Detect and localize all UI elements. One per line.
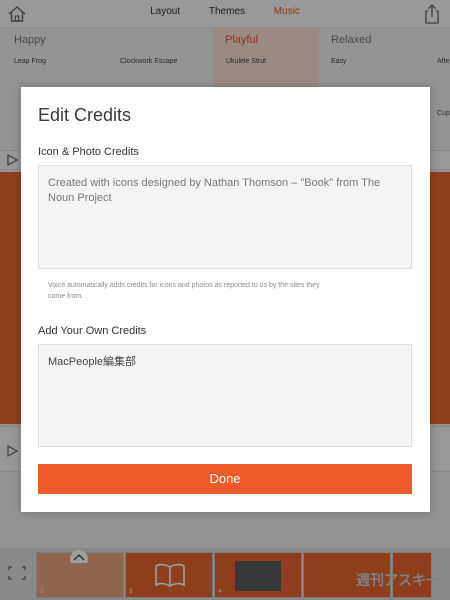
edit-credits-dialog: Edit Credits Icon & Photo Credits Create… (21, 87, 430, 512)
dialog-title: Edit Credits (38, 105, 132, 125)
credits-helper-text: Voice automatically adds credits for ico… (48, 282, 320, 300)
own-credits-field[interactable]: MacPeople編集部 (38, 344, 412, 447)
done-button[interactable]: Done (38, 464, 412, 494)
icon-credits-field[interactable]: Created with icons designed by Nathan Th… (38, 165, 412, 269)
icon-credits-label: Icon & Photo Credits (38, 146, 139, 158)
own-credits-label: Add Your Own Credits (38, 325, 147, 337)
